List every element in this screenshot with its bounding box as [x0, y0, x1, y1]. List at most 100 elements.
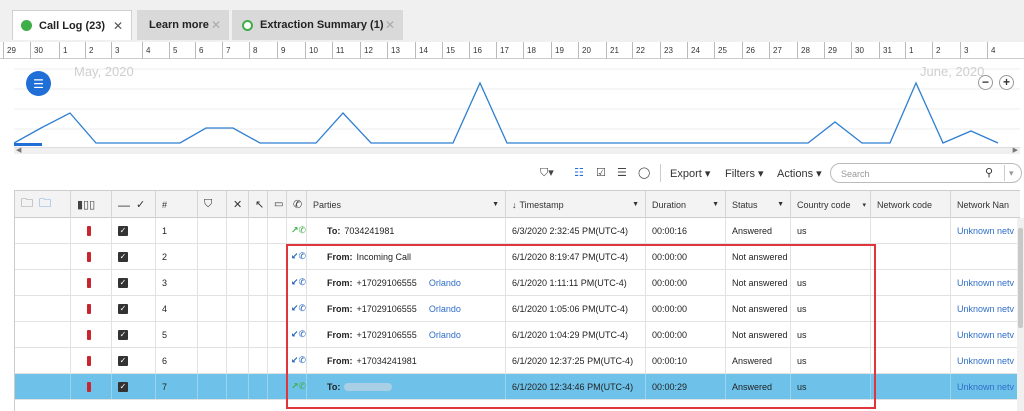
network-name-cell[interactable]: Unknown netv — [951, 374, 1020, 399]
close-icon[interactable]: ✕ — [113, 19, 123, 33]
deleted-column-header[interactable]: ✕ — [227, 191, 249, 218]
country-code-cell: us — [791, 218, 871, 243]
cursor-cell — [249, 348, 268, 373]
sort-down-icon: ↓ — [512, 199, 517, 210]
tag-cell — [198, 348, 227, 373]
tag-filter-icon[interactable]: ⛉▾ — [540, 166, 554, 180]
ruler-day-tick: 30 — [30, 42, 43, 59]
timestamp-column-header[interactable]: ↓ Timestamp ▼ — [506, 191, 646, 218]
month-label-june: June, 2020 — [920, 64, 985, 79]
row-number: 2 — [162, 251, 168, 262]
parties-column-header[interactable]: Parties ▼ — [307, 191, 506, 218]
folder-column-header[interactable]: 🗀 🗀 — [15, 191, 71, 218]
tab-extraction-summary[interactable]: Extraction Summary (1) ✕ — [232, 10, 403, 40]
checkbox-cell[interactable]: ✓ — [112, 270, 156, 295]
network-name-column-header[interactable]: Network Nan — [951, 191, 1020, 218]
duration-column-header[interactable]: Duration ▼ — [646, 191, 726, 218]
export-menu[interactable]: Export ▾ — [670, 167, 710, 180]
country-code-column-header[interactable]: Country code ▾ — [791, 191, 871, 218]
flag-column-header[interactable]: ▮▯▯ — [71, 191, 112, 218]
close-icon[interactable]: ✕ — [211, 18, 221, 32]
network-name-link[interactable]: Unknown netv — [957, 330, 1014, 340]
zoom-in-button[interactable]: + — [999, 75, 1014, 90]
row-checkbox[interactable]: ✓ — [118, 225, 128, 236]
parties-cell[interactable]: To: 7034241981 — [307, 218, 506, 243]
checkbox-cell[interactable]: ✓ — [112, 296, 156, 321]
cursor-column-header[interactable]: ↖ — [249, 191, 268, 218]
tag-column-header[interactable]: ⛉ — [198, 191, 227, 218]
filters-menu[interactable]: Filters ▾ — [725, 167, 764, 180]
folder-icon: 🗀 — [21, 196, 34, 210]
party-prefix: To: — [327, 225, 341, 236]
row-checkbox[interactable]: ✓ — [118, 303, 128, 314]
flag-cell — [71, 374, 112, 399]
ruler-day-tick: 24 — [687, 42, 700, 59]
network-code-cell — [871, 244, 951, 269]
checkmark-icon: ✓ — [136, 199, 146, 211]
table-row[interactable]: ✓ 1 ↗✆ To: 7034241981 6/3/2020 2:32:45 PM(UTC… — [15, 218, 1020, 244]
call-type-column-header[interactable]: ✆ — [287, 191, 307, 218]
chevron-down-icon: ▼ — [712, 201, 719, 208]
checkbox-column-header[interactable]: — ✓ — [112, 191, 156, 218]
column-label: Network Nan — [957, 199, 1010, 210]
network-name-cell[interactable]: Unknown netv — [951, 296, 1020, 321]
search-icon[interactable]: ⚲ — [985, 166, 993, 179]
search-options-dropdown[interactable]: ▾ — [1004, 165, 1014, 181]
checkbox-cell[interactable]: ✓ — [112, 348, 156, 373]
ruler-day-tick: 4 — [987, 42, 995, 59]
video-column-header[interactable]: ▭ — [268, 191, 287, 218]
index-column-header[interactable]: # — [156, 191, 198, 218]
network-name-cell[interactable]: Unknown netv — [951, 322, 1020, 347]
ruler-day-tick: 28 — [797, 42, 810, 59]
status-column-header[interactable]: Status ▼ — [726, 191, 791, 218]
chevron-down-icon: ▾ — [862, 201, 866, 209]
flag-cell — [71, 322, 112, 347]
network-name-link[interactable]: Unknown netv — [957, 304, 1014, 314]
network-name-link[interactable]: Unknown netv — [957, 278, 1014, 288]
tab-learn-more[interactable]: Learn more ✕ — [137, 10, 229, 40]
timestamp-cell: 6/3/2020 2:32:45 PM(UTC-4) — [506, 218, 646, 243]
checkbox-cell[interactable]: ✓ — [112, 218, 156, 243]
video-cell — [268, 218, 287, 243]
network-name-link[interactable]: Unknown netv — [957, 382, 1014, 392]
checklist-icon[interactable]: ☑ — [596, 166, 606, 179]
row-checkbox[interactable]: ✓ — [118, 329, 128, 340]
search-input[interactable] — [841, 167, 981, 180]
row-number: 1 — [162, 225, 168, 236]
details-view-icon[interactable]: ☰ — [617, 166, 627, 179]
close-icon[interactable]: ✕ — [385, 18, 395, 32]
network-name-cell[interactable] — [951, 244, 1020, 269]
party-value: 7034241981 — [344, 225, 395, 236]
scrollbar-thumb[interactable] — [1018, 228, 1023, 328]
ruler-day-tick: 1 — [59, 42, 67, 59]
row-checkbox[interactable]: ✓ — [118, 251, 128, 262]
checkbox-cell[interactable]: ✓ — [112, 244, 156, 269]
network-name-link[interactable]: Unknown netv — [957, 356, 1014, 366]
row-checkbox[interactable]: ✓ — [118, 381, 128, 392]
ruler-day-tick: 5 — [169, 42, 177, 59]
scroll-right-icon[interactable]: ▶ — [1013, 146, 1018, 154]
table-vertical-scrollbar[interactable] — [1017, 218, 1024, 411]
column-label: Timestamp — [519, 199, 564, 210]
network-code-column-header[interactable]: Network code — [871, 191, 951, 218]
network-name-cell[interactable]: Unknown netv — [951, 218, 1020, 243]
network-name-link[interactable]: Unknown netv — [957, 226, 1014, 236]
list-view-icon[interactable]: ☷ — [574, 166, 584, 179]
ruler-day-tick: 31 — [879, 42, 892, 59]
timeline-scrollbar[interactable]: ◀ ▶ — [14, 147, 1020, 154]
row-checkbox[interactable]: ✓ — [118, 277, 128, 288]
row-checkbox[interactable]: ✓ — [118, 355, 128, 366]
actions-menu[interactable]: Actions ▾ — [777, 167, 822, 180]
checkbox-cell[interactable]: ✓ — [112, 374, 156, 399]
timeline-list-button[interactable]: ☰ — [26, 71, 51, 96]
deselect-icon: — — [118, 197, 130, 212]
scroll-left-icon[interactable]: ◀ — [16, 146, 21, 154]
checkbox-cell[interactable]: ✓ — [112, 322, 156, 347]
network-name-cell[interactable]: Unknown netv — [951, 348, 1020, 373]
network-name-cell[interactable]: Unknown netv — [951, 270, 1020, 295]
chat-view-icon[interactable]: ◯ — [638, 166, 650, 179]
tab-call-log[interactable]: Call Log (23) ✕ — [12, 10, 132, 40]
zoom-out-button[interactable]: − — [978, 75, 993, 90]
phone-icon: ✆ — [293, 199, 303, 211]
timeline-chart: May, 2020 June, 2020 ☰ − + — [14, 59, 1020, 147]
